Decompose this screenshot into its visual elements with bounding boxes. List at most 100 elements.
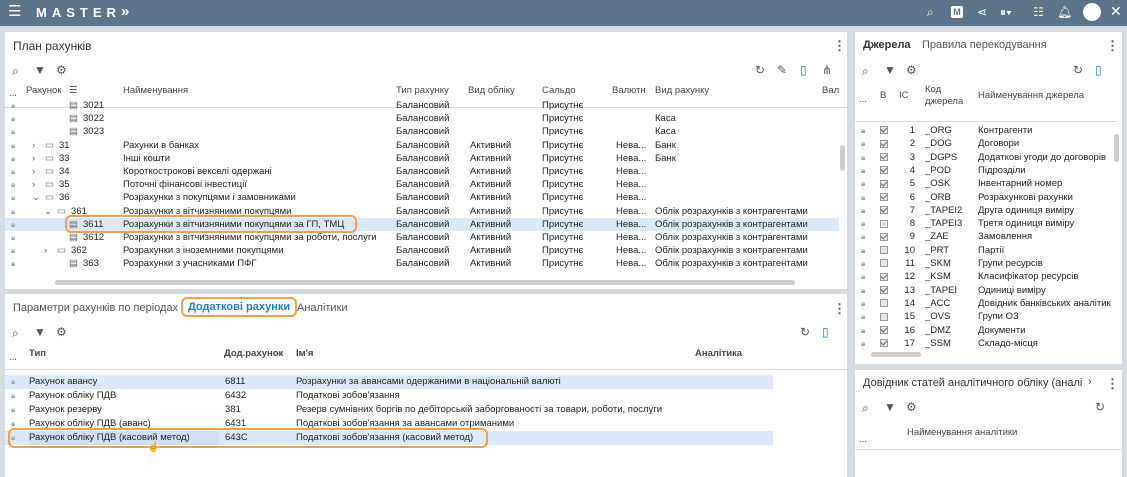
additional-row[interactable]: 🔒︎ Рахунок резерву 381 Резерв сумнівних бор… [5,403,773,417]
horizontal-scrollbar[interactable] [55,280,795,285]
share-icon[interactable]: ⋖ [977,5,987,19]
source-checkbox[interactable] [880,217,888,230]
refresh-icon[interactable]: ↻ [1095,400,1105,414]
plan-row[interactable]: 🔒︎ › ▭ 33 Інші кошти Балансовий Активний Присут… [5,152,839,165]
search-icon[interactable]: ⌕ [927,5,934,19]
col-currency[interactable]: Валютн [612,85,646,96]
filter-icon[interactable]: ▼ [884,63,896,77]
col-extra-account[interactable]: Дод.рахунок [224,348,283,359]
checkbox[interactable] [880,325,888,334]
vertical-scrollbar[interactable] [840,145,845,171]
source-row[interactable]: 🔒︎ 8 _TAPEI3 Третя одиниця виміру [855,217,1113,230]
source-row[interactable]: 🔒︎ 12 _KSM Класифікатор ресурсів [855,270,1113,283]
document-icon[interactable]: ▯ [822,325,829,339]
chevron-right-icon[interactable]: › [1088,376,1092,388]
plan-row[interactable]: 🔒︎ › ▭ 34 Короткострокові векселі одержані Ба… [5,165,839,178]
source-checkbox[interactable] [880,270,888,283]
checkbox[interactable] [880,272,888,281]
expand-chevron-icon[interactable]: › [44,244,47,257]
source-row[interactable]: 🔒︎ 3 _DGPS Додаткові угоди до договорів [855,151,1113,164]
source-checkbox[interactable] [880,191,888,204]
source-row[interactable]: 🔒︎ 14 _ACC Довідник банківських аналітик [855,297,1113,310]
refresh-icon[interactable]: ↻ [800,325,810,339]
row-menu-icon[interactable]: ... [9,88,17,99]
expand-chevron-icon[interactable]: › [32,152,35,165]
col-name[interactable]: Ім'я [296,348,313,359]
plan-row[interactable]: 🔒︎ ▤ 3612 Розрахунки з вітчизняними покупця… [5,231,839,244]
avatar[interactable] [1083,3,1101,21]
plan-row[interactable]: 🔒︎ ⌄ ▭ 36 Розрахунки з покупцями і замовника… [5,191,839,204]
source-checkbox[interactable] [880,324,888,337]
more-icon[interactable]: ⋮ [1106,38,1119,54]
plan-row[interactable]: 🔒︎ ▤ 3023 Балансовий Присутнє Каса [5,125,839,138]
plan-row[interactable]: 🔒︎ › ▭ 362 Розрахунки з іноземними покупцями… [5,244,839,257]
source-checkbox[interactable] [880,284,888,297]
expand-chevron-icon[interactable]: ⌄ [32,191,40,204]
more-icon[interactable]: ⋮ [833,301,846,317]
gear-icon[interactable]: ⚙ [906,63,917,77]
vertical-scrollbar[interactable] [1114,134,1119,162]
tab-additional-accounts[interactable]: Додаткові рахунки [180,297,298,317]
plan-row[interactable]: 🔒︎ › ▭ 35 Поточні фінансові інвестиції Баланс… [5,178,839,191]
additional-row[interactable]: 🔒︎ Рахунок обліку ПДВ (аванс) 6431 Податков… [5,417,773,431]
checkbox[interactable] [880,312,888,321]
source-checkbox[interactable] [880,230,888,243]
source-row[interactable]: 🔒︎ 13 _TAPEI Одиниці виміру [855,284,1113,297]
plan-row[interactable]: 🔒︎ ▤ 363 Розрахунки з учасниками ПФГ Балансо… [5,257,839,270]
horizontal-scrollbar[interactable] [871,352,921,357]
source-row[interactable]: 🔒︎ 9 _ZAE Замовлення [855,230,1113,243]
source-row[interactable]: 🔒︎ 5 _OSK Інвентарний номер [855,177,1113,190]
col-accounting[interactable]: Вид обліку [468,85,515,96]
col-kind[interactable]: Вид рахунку [655,85,709,96]
plan-row[interactable]: 🔒︎ ⌄ ▭ 361 Розрахунки з вітчизняними покупця… [5,205,839,218]
sort-icon[interactable]: ☰ [69,85,78,96]
checkbox[interactable] [880,206,888,215]
expand-chevron-icon[interactable]: » [121,3,129,20]
checkbox[interactable] [880,232,888,241]
gear-icon[interactable]: ⚙ [56,325,67,339]
gear-icon[interactable]: ⚙ [906,400,917,414]
source-checkbox[interactable] [880,151,888,164]
row-menu-icon[interactable]: ... [859,94,867,105]
plan-row[interactable]: 🔒︎ › ▭ 31 Рахунки в банках Балансовий Активний… [5,139,839,152]
filter-icon[interactable]: ▼ [884,400,896,414]
source-row[interactable]: 🔒︎ 17 _SSM Складо-місця [855,337,1113,350]
col-val[interactable]: Вал [822,85,839,96]
col-analytics-name[interactable]: Найменування аналітики [907,427,1017,438]
tab-period-params[interactable]: Параметри рахунків по періодах [13,302,178,314]
row-menu-icon[interactable]: ... [859,434,867,445]
filter-icon[interactable]: ▼ [34,325,46,339]
source-row[interactable]: 🔒︎ 16 _DMZ Документи [855,324,1113,337]
expand-chevron-icon[interactable]: › [32,165,35,178]
source-row[interactable]: 🔒︎ 15 _OVS Групи ОЗ [855,310,1113,323]
source-checkbox[interactable] [880,124,888,137]
plan-row[interactable]: 🔒︎ ▤ 3021 Балансовий Присутнє [5,99,839,112]
document-icon[interactable]: ▯ [800,63,807,77]
checkbox[interactable] [880,339,888,348]
source-row[interactable]: 🔒︎ 11 _SKM Групи ресурсів [855,257,1113,270]
col-type[interactable]: Тип рахунку [396,85,449,96]
checkbox[interactable] [880,246,888,255]
filter-settings-icon[interactable]: ☷ [1033,5,1044,19]
search-icon[interactable]: ⌕ [862,401,869,416]
bell-icon[interactable]: 🔔︎ [1057,5,1072,19]
plan-row[interactable]: 🔒︎ ▤ 3022 Балансовий Присутнє Каса [5,112,839,125]
refresh-icon[interactable]: ↻ [1073,63,1083,77]
search-icon[interactable]: ⌕ [12,64,19,79]
checkbox[interactable] [880,219,888,228]
checkbox[interactable] [880,286,888,295]
source-checkbox[interactable] [880,297,888,310]
source-checkbox[interactable] [880,204,888,217]
source-row[interactable]: 🔒︎ 1 _ORG Контрагенти [855,124,1113,137]
expand-chevron-icon[interactable]: ⌄ [44,205,52,218]
source-row[interactable]: 🔒︎ 6 _ORB Розрахункові рахунки [855,191,1113,204]
additional-row[interactable]: 🔒︎ Рахунок авансу 6811 Розрахунки за аванса… [5,375,773,389]
col-source-name[interactable]: Найменування джерела [978,90,1084,101]
m-icon[interactable]: M [951,6,963,18]
checkbox[interactable] [880,153,888,162]
tab-recode-rules[interactable]: Правила перекодування [922,39,1047,51]
search-icon[interactable]: ⌕ [12,326,19,341]
checkbox[interactable] [880,179,888,188]
source-row[interactable]: 🔒︎ 4 _POD Підрозділи [855,164,1113,177]
source-checkbox[interactable] [880,244,888,257]
